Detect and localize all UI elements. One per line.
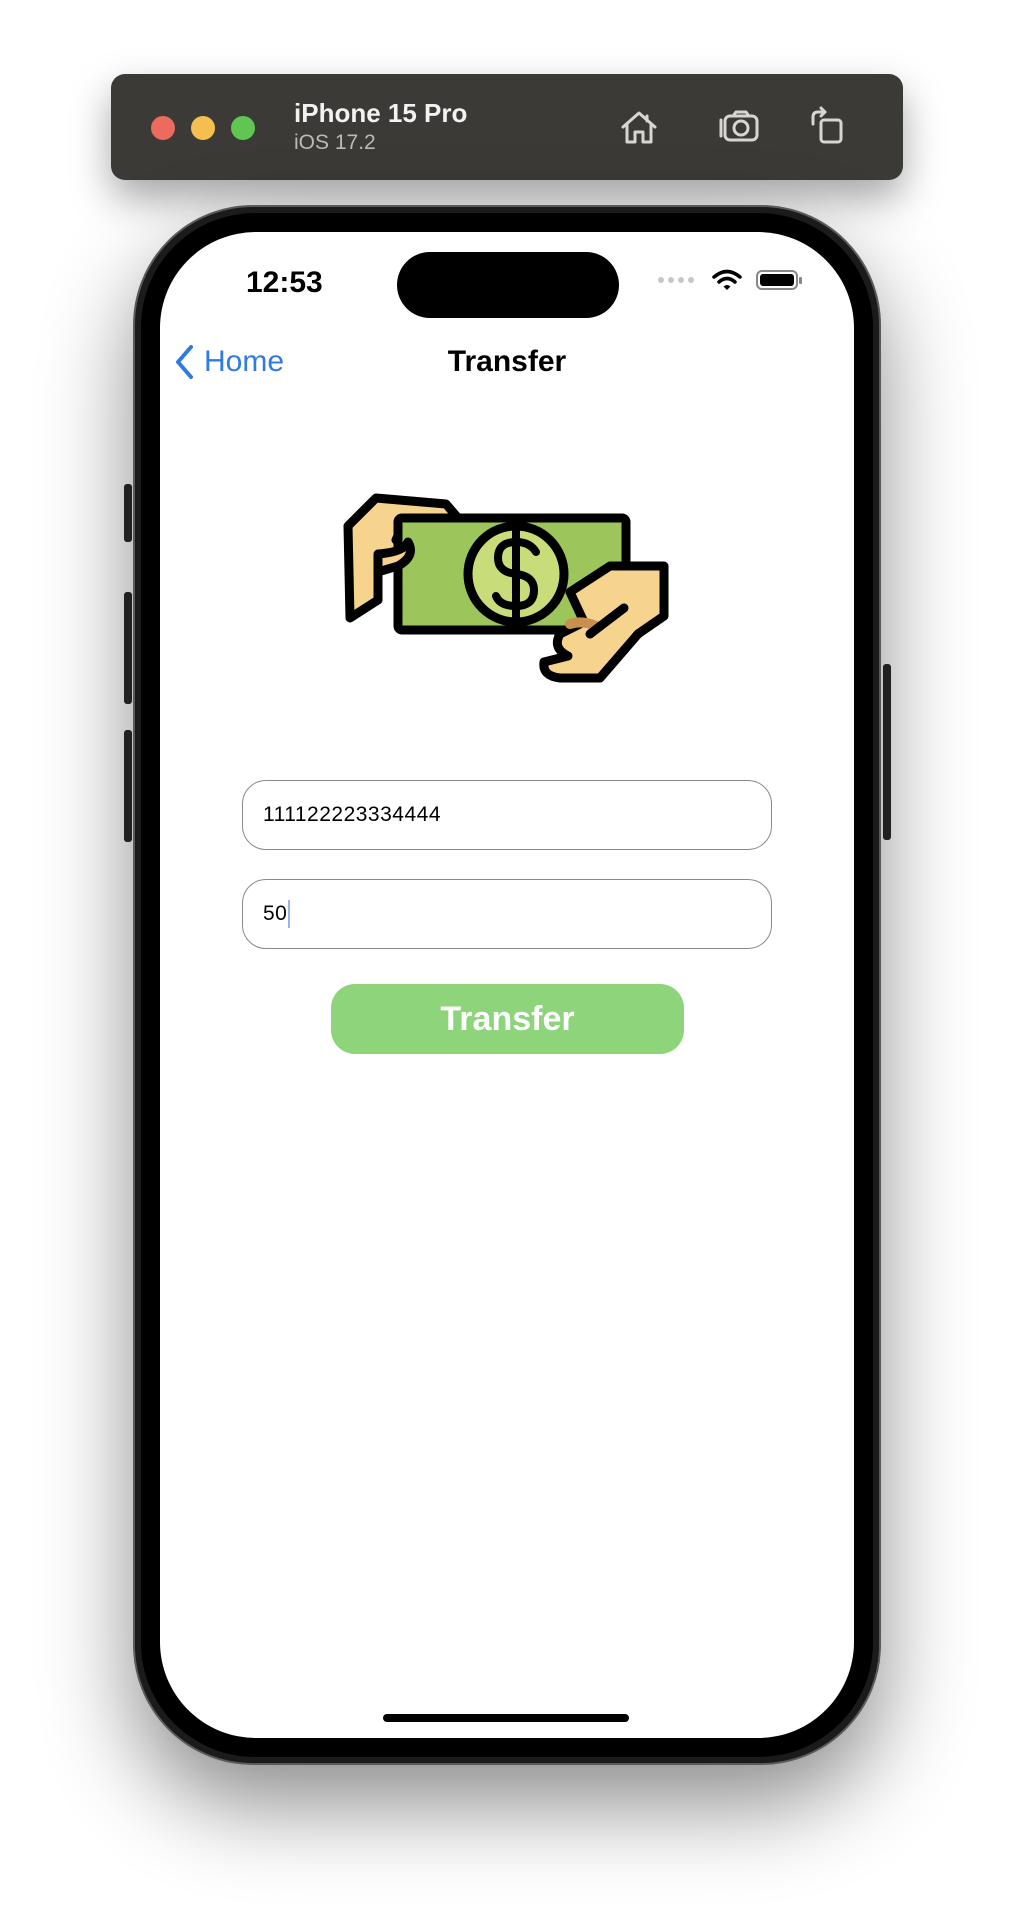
- power-button: [883, 664, 891, 840]
- amount-value: 50: [263, 902, 288, 925]
- rotate-button[interactable]: [804, 102, 854, 152]
- simulator-stage: iPhone 15 Pro iOS 17.2 12:53 Home Transf…: [0, 0, 1014, 1916]
- status-time: 12:53: [246, 266, 323, 299]
- volume-down-button: [124, 730, 132, 842]
- status-indicators: [658, 268, 802, 292]
- money-transfer-icon: [343, 493, 669, 683]
- rotate-icon: [811, 106, 843, 144]
- zoom-window-button[interactable]: [231, 116, 255, 140]
- account-number-value: 111122223334444: [263, 803, 442, 826]
- simulator-os-version: iOS 17.2: [294, 131, 376, 154]
- simulator-device-name: iPhone 15 Pro: [294, 98, 468, 128]
- volume-up-button: [124, 592, 132, 704]
- screenshot-button[interactable]: [714, 102, 764, 152]
- transfer-button[interactable]: Transfer: [331, 984, 684, 1054]
- text-cursor: [288, 900, 291, 928]
- amount-input[interactable]: 50: [242, 879, 772, 949]
- action-button: [124, 484, 132, 542]
- account-number-input[interactable]: 111122223334444: [242, 780, 772, 850]
- dynamic-island: [397, 252, 619, 318]
- app-screen: 12:53 Home Transfer 111122223334444 50 T…: [160, 232, 854, 1738]
- simulator-toolbar: iPhone 15 Pro iOS 17.2: [111, 74, 903, 180]
- home-icon: [621, 111, 657, 144]
- minimize-window-button[interactable]: [191, 116, 215, 140]
- camera-icon: [719, 110, 759, 142]
- home-button[interactable]: [614, 102, 664, 152]
- home-indicator[interactable]: [383, 1714, 629, 1722]
- wifi-icon: [712, 269, 742, 290]
- close-window-button[interactable]: [151, 116, 175, 140]
- page-title: Transfer: [447, 345, 567, 378]
- battery-icon: [756, 270, 802, 290]
- cellular-signal-icon: [658, 277, 694, 283]
